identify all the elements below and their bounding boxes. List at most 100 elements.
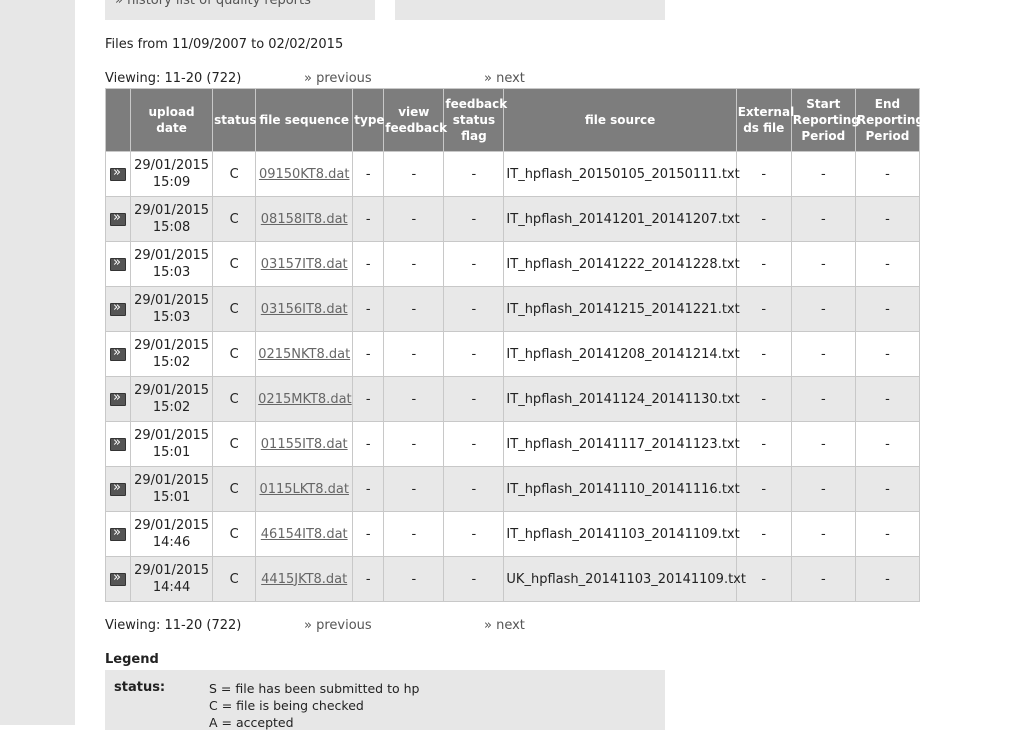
end-period-cell: - bbox=[854, 241, 921, 287]
end-period-cell: - bbox=[854, 376, 921, 422]
end-period-cell: - bbox=[854, 556, 921, 602]
row-icon-cell[interactable] bbox=[104, 196, 132, 242]
status-cell: C bbox=[212, 466, 257, 512]
details-arrow-icon[interactable] bbox=[110, 210, 126, 226]
view-feedback-cell: - bbox=[383, 466, 445, 512]
next-link[interactable]: » next bbox=[484, 618, 525, 633]
file-sequence-link[interactable]: 03157IT8.dat bbox=[261, 257, 348, 272]
row-icon-cell[interactable] bbox=[104, 376, 132, 422]
row-icon-cell[interactable] bbox=[104, 151, 132, 197]
view-feedback-cell: - bbox=[383, 331, 445, 377]
file-sequence-link[interactable]: 46154IT8.dat bbox=[261, 527, 348, 542]
details-arrow-icon[interactable] bbox=[110, 345, 126, 361]
file-source-cell: IT_hpflash_20141103_20141109.txt bbox=[503, 511, 740, 557]
view-feedback-cell: - bbox=[383, 511, 445, 557]
external-ds-cell: - bbox=[735, 331, 792, 377]
upload-date-cell: 29/01/2015 15:09 bbox=[130, 151, 214, 197]
legend-line: C = file is being checked bbox=[209, 698, 364, 713]
details-arrow-icon[interactable] bbox=[110, 165, 126, 181]
file-source-cell: UK_hpflash_20141103_20141109.txt bbox=[503, 556, 746, 602]
file-sequence-cell: 0115LKT8.dat bbox=[255, 466, 354, 512]
table-row: 29/01/201515:01C0115LKT8.dat---IT_hpflas… bbox=[104, 466, 921, 512]
previous-link[interactable]: » previous bbox=[304, 71, 372, 86]
table-row: 29/01/201515:02C0215MKT8.dat---IT_hpflas… bbox=[104, 376, 921, 422]
file-sequence-link[interactable]: 0215NKT8.dat bbox=[258, 347, 350, 362]
upload-time: 15:03 bbox=[152, 265, 191, 280]
external-ds-cell: - bbox=[735, 421, 792, 467]
start-period-cell: - bbox=[790, 151, 856, 197]
row-icon-cell[interactable] bbox=[104, 331, 132, 377]
end-period-cell: - bbox=[854, 196, 921, 242]
file-sequence-cell: 0215MKT8.dat bbox=[255, 376, 354, 422]
legend-box: status: S = file has been submitted to h… bbox=[105, 670, 665, 730]
details-arrow-icon[interactable] bbox=[110, 255, 126, 271]
upload-time: 15:08 bbox=[152, 220, 191, 235]
header-end-reporting-period: End Reporting Period bbox=[854, 88, 924, 152]
upload-time: 15:02 bbox=[152, 400, 191, 415]
status-cell: C bbox=[212, 421, 257, 467]
start-period-cell: - bbox=[790, 286, 856, 332]
file-source-cell: IT_hpflash_20141222_20141228.txt bbox=[503, 241, 740, 287]
upload-time: 15:09 bbox=[152, 175, 191, 190]
file-source-cell: IT_hpflash_20141117_20141123.txt bbox=[503, 421, 740, 467]
file-sequence-link[interactable]: 08158IT8.dat bbox=[261, 212, 348, 227]
details-arrow-icon[interactable] bbox=[110, 435, 126, 451]
row-icon-cell[interactable] bbox=[104, 511, 132, 557]
end-period-cell: - bbox=[854, 331, 921, 377]
view-feedback-cell: - bbox=[383, 241, 445, 287]
file-sequence-link[interactable]: 0115LKT8.dat bbox=[259, 482, 349, 497]
upload-date: 29/01/2015 bbox=[134, 248, 210, 263]
legend-line: A = accepted bbox=[209, 715, 294, 730]
details-arrow-icon[interactable] bbox=[110, 390, 126, 406]
upload-date: 29/01/2015 bbox=[134, 203, 210, 218]
table-header-row: upload date status file sequence type vi… bbox=[104, 88, 924, 152]
file-source-cell: IT_hpflash_20141124_20141130.txt bbox=[503, 376, 740, 422]
status-cell: C bbox=[212, 241, 257, 287]
file-sequence-link[interactable]: 03156IT8.dat bbox=[261, 302, 348, 317]
row-icon-cell[interactable] bbox=[104, 241, 132, 287]
table-row: 29/01/201514:44C4415JKT8.dat---UK_hpflas… bbox=[104, 556, 921, 602]
file-sequence-cell: 09150KT8.dat bbox=[255, 151, 354, 197]
type-cell: - bbox=[352, 331, 385, 377]
file-sequence-cell: 08158IT8.dat bbox=[255, 196, 354, 242]
feedback-flag-cell: - bbox=[443, 331, 505, 377]
upload-date: 29/01/2015 bbox=[134, 518, 210, 533]
history-quality-reports-link[interactable]: » history list of quality reports bbox=[115, 0, 311, 8]
details-arrow-icon[interactable] bbox=[110, 525, 126, 541]
upload-date: 29/01/2015 bbox=[134, 338, 210, 353]
details-arrow-icon[interactable] bbox=[110, 480, 126, 496]
type-cell: - bbox=[352, 196, 385, 242]
row-icon-cell[interactable] bbox=[104, 421, 132, 467]
quality-reports-box: » history list of quality reports bbox=[105, 0, 375, 20]
row-icon-cell[interactable] bbox=[104, 286, 132, 332]
upload-time: 15:01 bbox=[152, 445, 191, 460]
legend-status-label: status: bbox=[114, 680, 166, 695]
feedback-flag-cell: - bbox=[443, 556, 505, 602]
file-sequence-link[interactable]: 09150KT8.dat bbox=[259, 167, 350, 182]
file-sequence-cell: 01155IT8.dat bbox=[255, 421, 354, 467]
file-sequence-link[interactable]: 0215MKT8.dat bbox=[258, 392, 351, 407]
type-cell: - bbox=[352, 151, 385, 197]
previous-link[interactable]: » previous bbox=[304, 618, 372, 633]
feedback-flag-cell: - bbox=[443, 466, 505, 512]
end-period-cell: - bbox=[854, 421, 921, 467]
row-icon-cell[interactable] bbox=[104, 466, 132, 512]
next-link[interactable]: » next bbox=[484, 71, 525, 86]
file-sequence-link[interactable]: 01155IT8.dat bbox=[261, 437, 348, 452]
end-period-cell: - bbox=[854, 466, 921, 512]
file-sequence-link[interactable]: 4415JKT8.dat bbox=[261, 572, 347, 587]
details-arrow-icon[interactable] bbox=[110, 300, 126, 316]
external-ds-cell: - bbox=[735, 196, 792, 242]
end-period-cell: - bbox=[854, 151, 921, 197]
header-start-reporting-period: Start Reporting Period bbox=[790, 88, 860, 152]
table-row: 29/01/201515:09C09150KT8.dat---IT_hpflas… bbox=[104, 151, 921, 197]
table-row: 29/01/201515:03C03156IT8.dat---IT_hpflas… bbox=[104, 286, 921, 332]
header-external-ds-file: External ds file bbox=[735, 88, 794, 152]
upload-date-cell: 29/01/2015 14:46 bbox=[130, 511, 214, 557]
status-cell: C bbox=[212, 151, 257, 197]
row-icon-cell[interactable] bbox=[104, 556, 132, 602]
details-arrow-icon[interactable] bbox=[110, 570, 126, 586]
legend-status-lines: S = file has been submitted to hp C = fi… bbox=[209, 680, 419, 731]
upload-date: 29/01/2015 bbox=[134, 563, 210, 578]
start-period-cell: - bbox=[790, 241, 856, 287]
